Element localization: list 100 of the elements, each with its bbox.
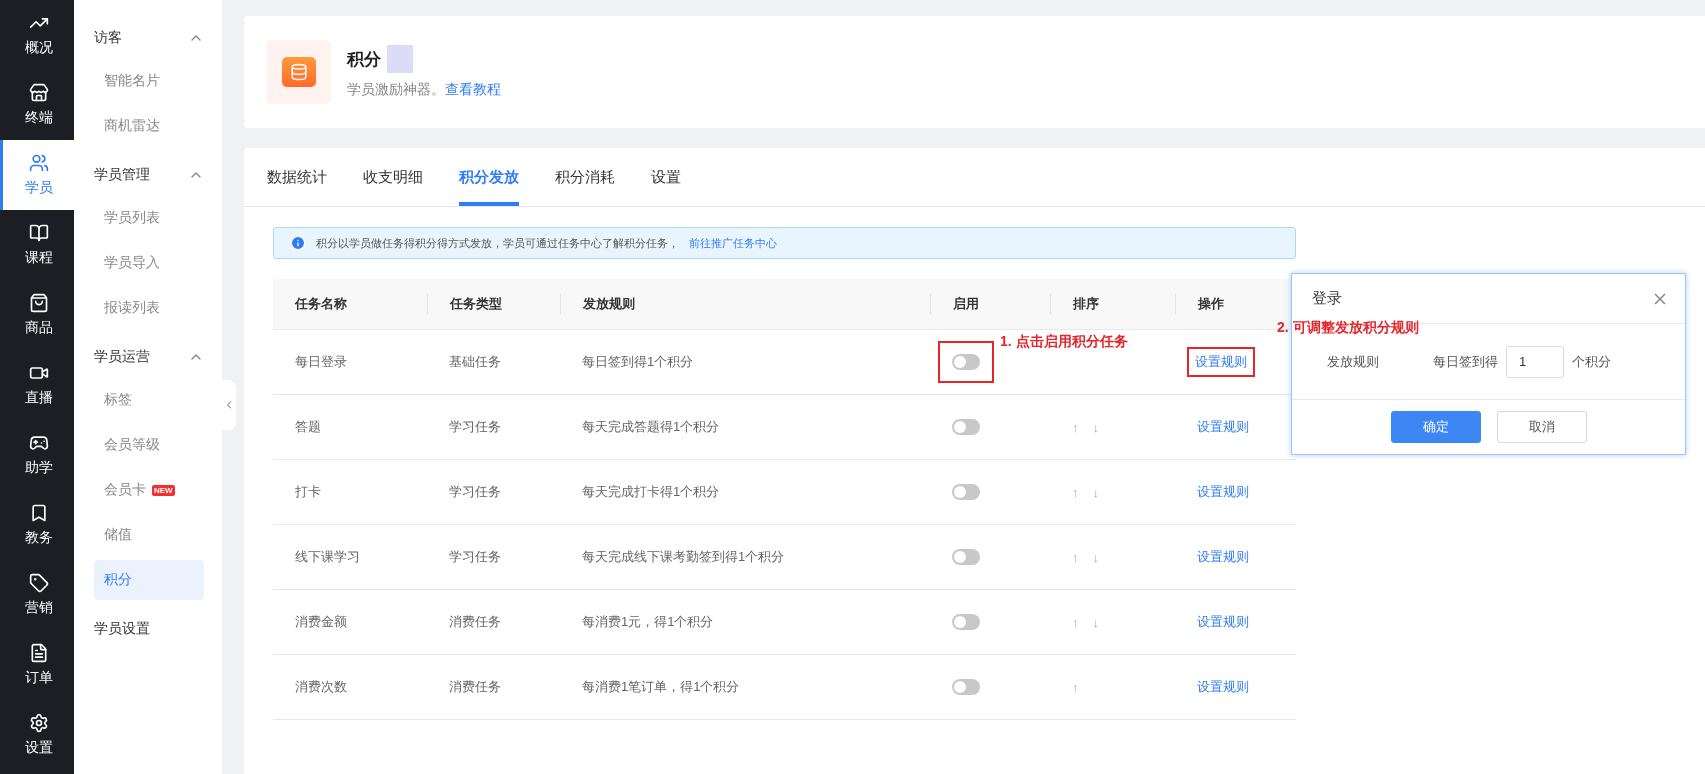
table-cell: 每天完成打卡得1个积分 bbox=[582, 483, 720, 501]
rail-item[interactable]: 助学 bbox=[0, 420, 74, 490]
sidebar-item[interactable]: 商机雷达 bbox=[94, 106, 204, 146]
toggle-switch[interactable] bbox=[952, 549, 980, 565]
rail-item[interactable]: 设置 bbox=[0, 700, 74, 770]
table-cell: 消费任务 bbox=[449, 678, 501, 696]
info-icon bbox=[290, 235, 306, 251]
settings-icon bbox=[28, 713, 49, 733]
app-icon bbox=[267, 40, 331, 104]
sort-arrow[interactable]: ↑ bbox=[1072, 549, 1079, 565]
column-header: 排序 bbox=[1073, 296, 1099, 311]
table-cell: 每天完成线下课考勤签到得1个积分 bbox=[582, 548, 785, 566]
rail-item[interactable]: 课程 bbox=[0, 210, 74, 280]
table-cell: 每消费1元，得1个积分 bbox=[582, 613, 714, 631]
table-cell: 学习任务 bbox=[449, 483, 501, 501]
sidebar-item[interactable]: 储值 bbox=[94, 515, 204, 555]
column-header: 任务名称 bbox=[295, 296, 347, 311]
rail-item[interactable]: 终端 bbox=[0, 70, 74, 140]
toggle-switch[interactable] bbox=[952, 614, 980, 630]
table-cell: 每天完成答题得1个积分 bbox=[582, 418, 720, 436]
notice-text: 积分以学员做任务得积分得方式发放，学员可通过任务中心了解积分任务， bbox=[316, 235, 679, 251]
rail-item[interactable]: 学员 bbox=[0, 140, 74, 210]
set-rule-link[interactable]: 设置规则 bbox=[1197, 548, 1249, 566]
column-header: 任务类型 bbox=[450, 296, 502, 311]
sort-arrow[interactable]: ↑ bbox=[1072, 614, 1079, 630]
rule-prefix-text: 每日签到得 bbox=[1433, 352, 1498, 371]
set-rule-link[interactable]: 设置规则 bbox=[1197, 678, 1249, 696]
column-header: 发放规则 bbox=[583, 296, 635, 311]
tab[interactable]: 收支明细 bbox=[363, 148, 423, 206]
column-header: 操作 bbox=[1198, 296, 1224, 311]
gamepad-icon bbox=[28, 433, 49, 453]
tab[interactable]: 积分消耗 bbox=[555, 148, 615, 206]
subtitle-text: 学员激励神器。 bbox=[347, 81, 445, 97]
set-rule-link[interactable]: 设置规则 bbox=[1195, 353, 1247, 371]
table-cell: 每日签到得1个积分 bbox=[582, 353, 694, 371]
sidebar-item[interactable]: 智能名片 bbox=[94, 61, 204, 101]
toggle-switch[interactable] bbox=[952, 354, 980, 370]
table-cell: 消费金额 bbox=[295, 613, 347, 631]
rule-suffix-text: 个积分 bbox=[1572, 352, 1611, 371]
rail-item[interactable]: 教务 bbox=[0, 490, 74, 560]
set-rule-link[interactable]: 设置规则 bbox=[1197, 483, 1249, 501]
sidebar-item[interactable]: 会员等级 bbox=[94, 425, 204, 465]
confirm-button[interactable]: 确定 bbox=[1390, 411, 1481, 443]
rail-item[interactable]: 商品 bbox=[0, 280, 74, 350]
callout-text: 2. 可调整发放积分规则 bbox=[1277, 319, 1419, 337]
sort-arrow[interactable]: ↑ bbox=[1072, 679, 1079, 695]
tab[interactable]: 积分发放 bbox=[459, 148, 519, 206]
callout-text: 1. 点击启用积分任务 bbox=[1000, 333, 1128, 351]
toggle-switch[interactable] bbox=[952, 484, 980, 500]
table-cell: 消费次数 bbox=[295, 678, 347, 696]
tab[interactable]: 数据统计 bbox=[267, 148, 327, 206]
sort-arrow[interactable]: ↑ bbox=[1072, 419, 1079, 435]
tab[interactable]: 设置 bbox=[651, 148, 681, 206]
sidebar-item[interactable]: 积分 bbox=[94, 560, 204, 600]
sidebar-group[interactable]: 学员设置 bbox=[74, 605, 222, 652]
table-cell: 每日登录 bbox=[295, 353, 347, 371]
bag-icon bbox=[28, 293, 49, 313]
table-cell: 学习任务 bbox=[449, 548, 501, 566]
rail-item[interactable]: 订单 bbox=[0, 630, 74, 700]
sidebar-item[interactable]: 会员卡 NEW bbox=[94, 470, 204, 510]
cancel-button[interactable]: 取消 bbox=[1496, 411, 1587, 443]
sort-arrow[interactable]: ↓ bbox=[1092, 419, 1099, 435]
table-cell: 答题 bbox=[295, 418, 321, 436]
rail-item[interactable]: 营销 bbox=[0, 560, 74, 630]
sort-arrow[interactable]: ↓ bbox=[1092, 614, 1099, 630]
toggle-switch[interactable] bbox=[952, 419, 980, 435]
collapse-handle[interactable] bbox=[222, 380, 236, 430]
tag-icon bbox=[28, 573, 49, 593]
sidebar-item[interactable]: 报读列表 bbox=[94, 288, 204, 328]
column-header: 启用 bbox=[953, 296, 979, 311]
table-cell: 学习任务 bbox=[449, 418, 501, 436]
sidebar-item[interactable]: 标签 bbox=[94, 380, 204, 420]
points-input-field[interactable]: 1 bbox=[1506, 345, 1564, 378]
sidebar-group[interactable]: 学员管理 bbox=[74, 151, 222, 198]
book-icon bbox=[28, 223, 49, 243]
set-rule-link[interactable]: 设置规则 bbox=[1197, 418, 1249, 436]
sidebar-item[interactable]: 学员导入 bbox=[94, 243, 204, 283]
redaction-block bbox=[387, 45, 413, 73]
table-cell: 基础任务 bbox=[449, 353, 501, 371]
table-cell: 线下课学习 bbox=[295, 548, 360, 566]
rail-item[interactable]: 直播 bbox=[0, 350, 74, 420]
popup-title: 登录 bbox=[1312, 289, 1342, 308]
sort-arrow[interactable]: ↓ bbox=[1092, 549, 1099, 565]
tutorial-link[interactable]: 查看教程 bbox=[445, 81, 501, 97]
rail-item[interactable]: 概况 bbox=[0, 0, 74, 70]
sidebar-item[interactable]: 学员列表 bbox=[94, 198, 204, 238]
sidebar-group[interactable]: 学员运营 bbox=[74, 333, 222, 380]
table-cell: 每消费1笔订单，得1个积分 bbox=[582, 678, 740, 696]
table-cell: 打卡 bbox=[295, 483, 321, 501]
sidebar-group[interactable]: 访客 bbox=[74, 14, 222, 61]
set-rule-link[interactable]: 设置规则 bbox=[1197, 613, 1249, 631]
task-center-link[interactable]: 前往推广任务中心 bbox=[689, 235, 777, 251]
toggle-switch[interactable] bbox=[952, 679, 980, 695]
sort-arrow[interactable]: ↑ bbox=[1072, 484, 1079, 500]
new-badge: NEW bbox=[152, 484, 175, 496]
sort-arrow[interactable]: ↓ bbox=[1092, 484, 1099, 500]
table-cell: 消费任务 bbox=[449, 613, 501, 631]
page-title: 积分 bbox=[347, 48, 381, 71]
store-icon bbox=[28, 83, 49, 103]
field-label: 发放规则 bbox=[1327, 352, 1380, 371]
